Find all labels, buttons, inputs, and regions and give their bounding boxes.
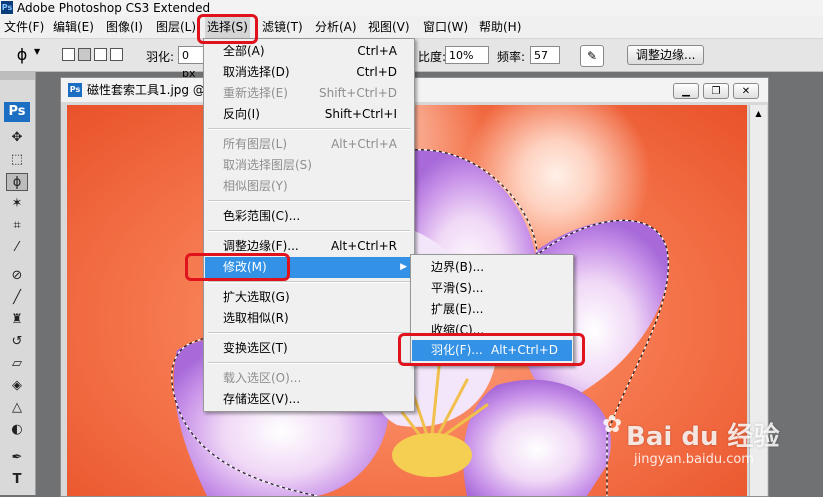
menu-help[interactable]: 帮助(H): [477, 16, 523, 38]
menu-separator: [208, 200, 410, 202]
subtract-selection-button[interactable]: [94, 48, 107, 61]
document-icon: Ps: [68, 83, 82, 97]
menu-layer[interactable]: 图层(L): [154, 16, 198, 38]
baidu-watermark: ✿ Bai du 经验 jingyan.baidu.com: [600, 396, 820, 492]
menu-item-deselect-layers: 取消选择图层(S): [223, 158, 312, 172]
menu-separator: [208, 362, 410, 364]
menu-item-similar[interactable]: 选取相似(R): [205, 308, 413, 329]
feather-label: 羽化:: [146, 50, 175, 64]
annotation-modify-item: [185, 253, 290, 281]
menu-separator: [208, 128, 410, 130]
document-title: 磁性套索工具1.jpg @: [87, 83, 205, 97]
menu-item-color-range[interactable]: 色彩范围(C)...: [205, 206, 413, 227]
title-bar: Ps Adobe Photoshop CS3 Extended: [0, 0, 823, 16]
crop-tool-icon[interactable]: ⌗: [6, 217, 28, 235]
watermark-brand: Bai du 经验: [626, 422, 780, 452]
annotation-feather-item: [398, 333, 585, 366]
feather-input[interactable]: 0 px: [178, 46, 204, 80]
new-selection-button[interactable]: [62, 48, 75, 61]
frequency-label: 频率:: [497, 50, 526, 64]
menu-edit[interactable]: 编辑(E): [51, 16, 96, 38]
close-button[interactable]: ✕: [733, 83, 759, 99]
magic-wand-icon[interactable]: ✶: [6, 195, 28, 213]
menu-item-all-layers: 所有图层(L) Alt+Ctrl+A: [223, 137, 397, 151]
menu-file[interactable]: 文件(F): [2, 16, 46, 38]
blur-tool-icon[interactable]: △: [6, 399, 28, 417]
eyedropper-icon[interactable]: ⁄: [6, 239, 28, 257]
watermark-url: jingyan.baidu.com: [634, 452, 754, 467]
toolbox: Ps ✥ ⬚ ϕ ✶ ⌗ ⁄ ⊘ ╱ ♜ ↺ ▱ ◈ △ ◐ ✒ T: [0, 72, 36, 495]
menu-item-expand[interactable]: 扩展(E)...: [412, 299, 572, 320]
minimize-button[interactable]: ▁: [673, 83, 699, 99]
stamp-icon[interactable]: ♜: [6, 311, 28, 329]
menu-item-smooth[interactable]: 平滑(S)...: [412, 278, 572, 299]
menu-item-inverse[interactable]: 反向(I) Shift+Ctrl+I: [205, 104, 413, 125]
app-title: Adobe Photoshop CS3 Extended: [17, 1, 211, 15]
menu-analysis[interactable]: 分析(A): [313, 16, 359, 38]
menu-window[interactable]: 窗口(W): [421, 16, 470, 38]
healing-brush-icon[interactable]: ⊘: [6, 267, 28, 285]
paint-bucket-icon[interactable]: ◈: [6, 377, 28, 395]
scroll-up-icon[interactable]: ▲: [752, 107, 765, 121]
paw-icon: ✿: [602, 410, 623, 438]
menu-bar: 文件(F) 编辑(E) 图像(I) 图层(L) 选择(S) 滤镜(T) 分析(A…: [0, 16, 823, 39]
frequency-input[interactable]: 57: [530, 46, 560, 64]
add-to-selection-button[interactable]: [78, 48, 91, 61]
submenu-arrow-icon: ▶: [400, 262, 407, 272]
contrast-label: 比度:: [418, 50, 447, 64]
menu-item-similar-layers: 相似图层(Y): [223, 179, 288, 193]
lasso-tool-icon[interactable]: ϕ: [6, 173, 28, 191]
menu-item-transform-selection[interactable]: 变换选区(T): [205, 338, 413, 359]
pen-icon[interactable]: ✒: [6, 449, 28, 467]
annotation-select-menu: [197, 14, 258, 44]
eraser-icon[interactable]: ▱: [6, 355, 28, 373]
menu-item-border[interactable]: 边界(B)...: [412, 257, 572, 278]
brush-icon[interactable]: ╱: [6, 289, 28, 307]
marquee-tool-icon[interactable]: ⬚: [6, 151, 28, 169]
toolbox-grip[interactable]: [0, 72, 35, 80]
photoshop-logo: Ps: [4, 102, 30, 122]
menu-item-deselect[interactable]: 取消选择(D) Ctrl+D: [205, 62, 413, 83]
text-icon[interactable]: T: [6, 471, 28, 489]
menu-separator: [208, 332, 410, 334]
select-menu: 全部(A) Ctrl+A 取消选择(D) Ctrl+D 重新选择(E) Shift+C…: [203, 38, 415, 412]
menu-item-reselect: 重新选择(E) Shift+Ctrl+D: [223, 86, 397, 100]
refine-edge-button[interactable]: 调整边缘...: [627, 45, 705, 65]
move-tool-icon[interactable]: ✥: [6, 129, 28, 147]
intersect-selection-button[interactable]: [110, 48, 123, 61]
menu-image[interactable]: 图像(I): [104, 16, 145, 38]
menu-filter[interactable]: 滤镜(T): [260, 16, 305, 38]
lasso-tool-preset-icon[interactable]: ϕ: [12, 45, 32, 65]
menu-item-select-all[interactable]: 全部(A) Ctrl+A: [205, 41, 413, 62]
dodge-tool-icon[interactable]: ◐: [6, 421, 28, 439]
menu-separator: [208, 230, 410, 232]
pen-pressure-icon[interactable]: ✎: [580, 45, 604, 67]
menu-item-load-selection: 载入选区(O)...: [223, 371, 302, 385]
photoshop-icon: Ps: [1, 1, 13, 14]
menu-separator: [208, 281, 410, 283]
contrast-input[interactable]: 10%: [445, 46, 489, 64]
restore-button[interactable]: ❐: [703, 83, 729, 99]
menu-view[interactable]: 视图(V): [366, 16, 412, 38]
chevron-down-icon[interactable]: ▼: [34, 47, 40, 56]
history-brush-icon[interactable]: ↺: [6, 333, 28, 351]
menu-item-grow[interactable]: 扩大选取(G): [205, 287, 413, 308]
menu-item-save-selection[interactable]: 存储选区(V)...: [205, 389, 413, 410]
